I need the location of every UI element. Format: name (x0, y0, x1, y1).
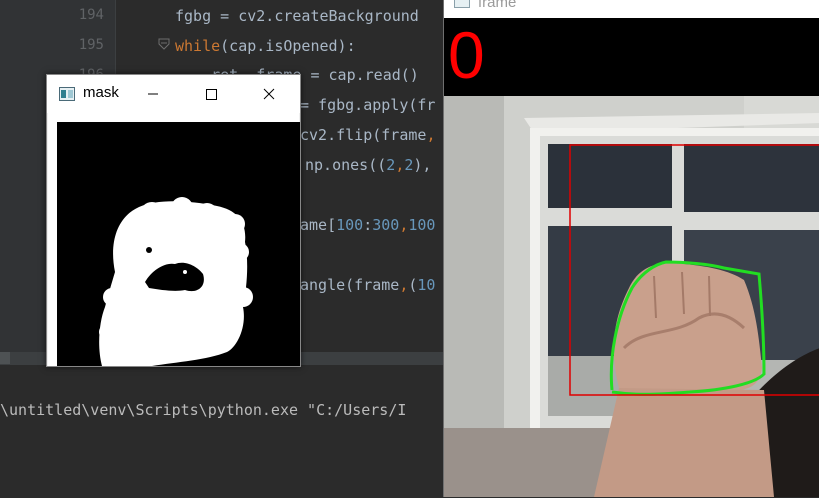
code-line-194[interactable]: fgbg = cv2.createBackground (175, 6, 419, 26)
run-console[interactable]: \untitled\venv\Scripts\python.exe "C:/Us… (0, 364, 444, 498)
code-line-201[interactable]: angle(frame,(10 (300, 275, 435, 295)
minimize-icon[interactable] (130, 75, 176, 113)
window-title: mask (83, 84, 119, 101)
code-text: ame[ (300, 216, 337, 234)
code-text: : (363, 216, 373, 234)
fold-icon[interactable] (158, 38, 170, 50)
opencv-window-icon (454, 0, 470, 8)
mask-background (57, 122, 300, 366)
camera-frame: 0 (444, 18, 819, 497)
mask-image (48, 113, 300, 366)
code-number: 100 (336, 216, 364, 234)
code-comma: , (395, 156, 405, 174)
keyword-while: while (175, 37, 221, 55)
mask-window[interactable]: mask (46, 74, 301, 367)
frame-window[interactable]: frame 0 (443, 0, 819, 497)
maximize-icon[interactable] (188, 75, 234, 113)
hand-mask-blob (99, 197, 253, 366)
code-text: cv2.flip(frame (300, 126, 427, 144)
code-line-198[interactable]: cv2.flip(frame, (300, 125, 435, 145)
code-number: 300 (372, 216, 400, 234)
code-line-199[interactable]: np.ones((2,2), (305, 155, 431, 175)
code-line-200[interactable]: ame[100:300,100 (300, 215, 435, 235)
code-text: angle(frame (300, 276, 400, 294)
code-text: ), (413, 156, 432, 174)
code-line-197[interactable]: = fgbg.apply(fr (300, 95, 435, 115)
mask-title-bar[interactable]: mask (47, 75, 300, 113)
line-number: 194 (78, 7, 104, 23)
code-line-195[interactable]: while(cap.isOpened): (175, 36, 356, 56)
finger-count-label: 0 (448, 18, 485, 92)
code-comma: , (426, 126, 436, 144)
frame-title-bar[interactable]: frame (444, 0, 819, 18)
line-number: 195 (78, 37, 104, 53)
code-number: 100 (408, 216, 436, 234)
console-command-line: \untitled\venv\Scripts\python.exe "C:/Us… (0, 401, 407, 419)
close-icon[interactable] (246, 75, 292, 113)
window-title: frame (478, 0, 517, 11)
opencv-window-icon (59, 87, 75, 101)
webcam-image (444, 96, 819, 497)
code-text: (cap.isOpened): (220, 37, 356, 55)
code-number: 2 (386, 156, 396, 174)
scrollbar-thumb[interactable] (0, 352, 10, 364)
code-text: np.ones(( (305, 156, 387, 174)
code-number: 10 (417, 276, 436, 294)
